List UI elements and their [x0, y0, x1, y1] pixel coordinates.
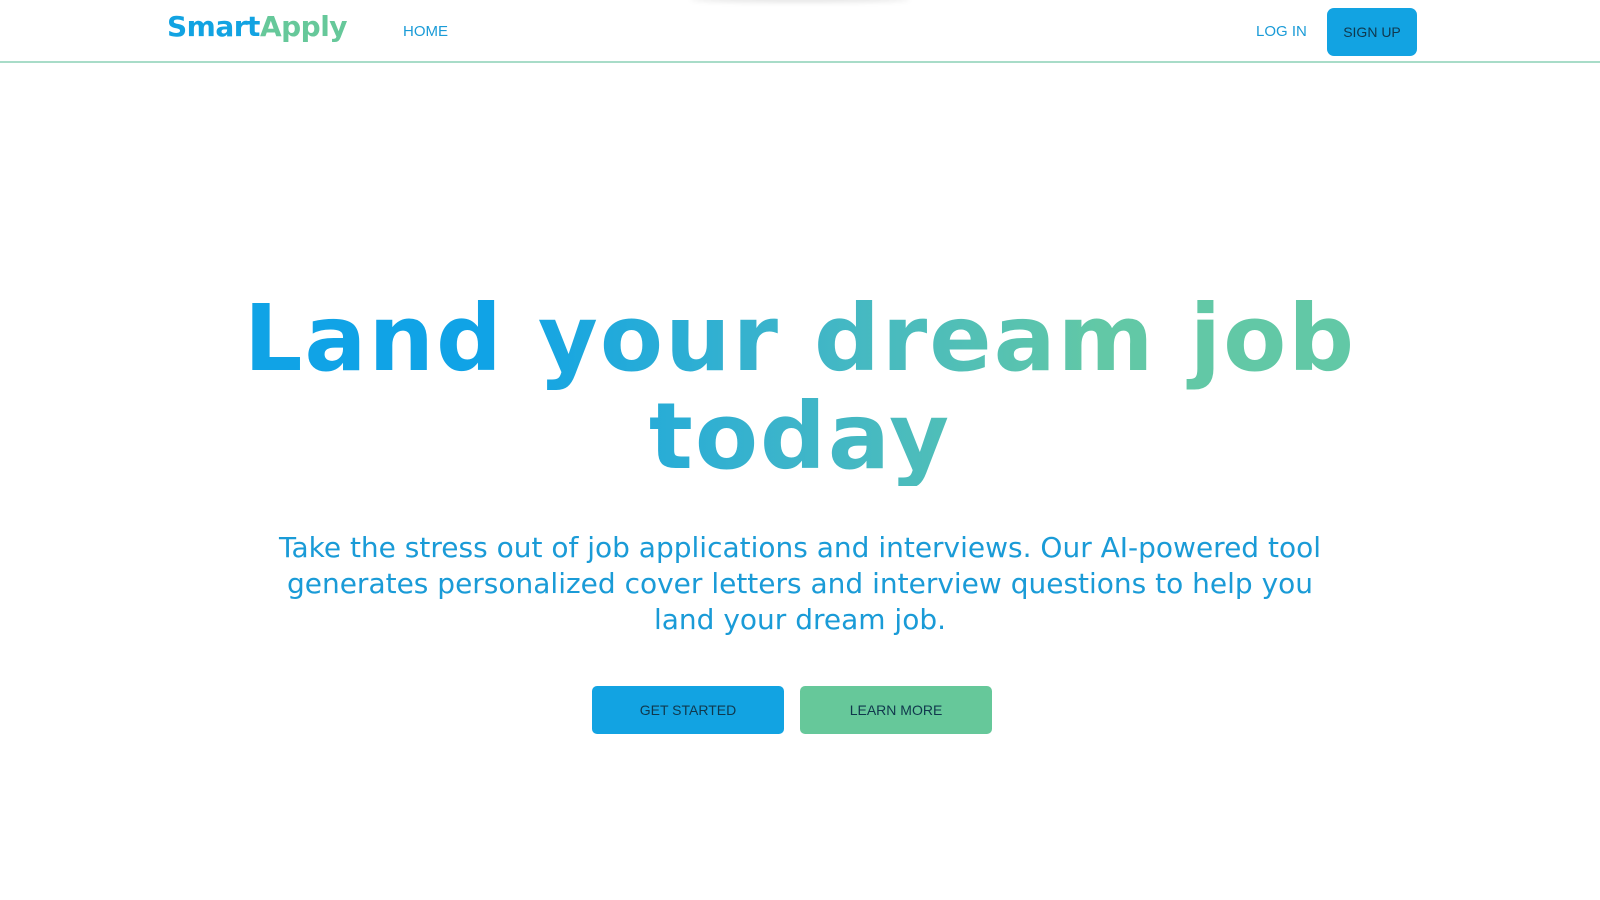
logo[interactable]: SmartApply — [167, 10, 348, 43]
login-link[interactable]: LOG IN — [1256, 23, 1307, 40]
get-started-button[interactable]: GET STARTED — [592, 686, 784, 734]
nav-home-link[interactable]: HOME — [403, 23, 448, 40]
logo-text-smart: Smart — [167, 10, 260, 43]
learn-more-button[interactable]: LEARN MORE — [800, 686, 992, 734]
hero-subtitle: Take the stress out of job applications … — [278, 531, 1321, 636]
signup-button[interactable]: SIGN UP — [1327, 8, 1417, 56]
hero-title: Land your dream job today — [200, 290, 1400, 486]
logo-text-apply: Apply — [259, 10, 348, 43]
top-navbar: SmartApply HOME LOG IN SIGN UP — [0, 0, 1600, 63]
